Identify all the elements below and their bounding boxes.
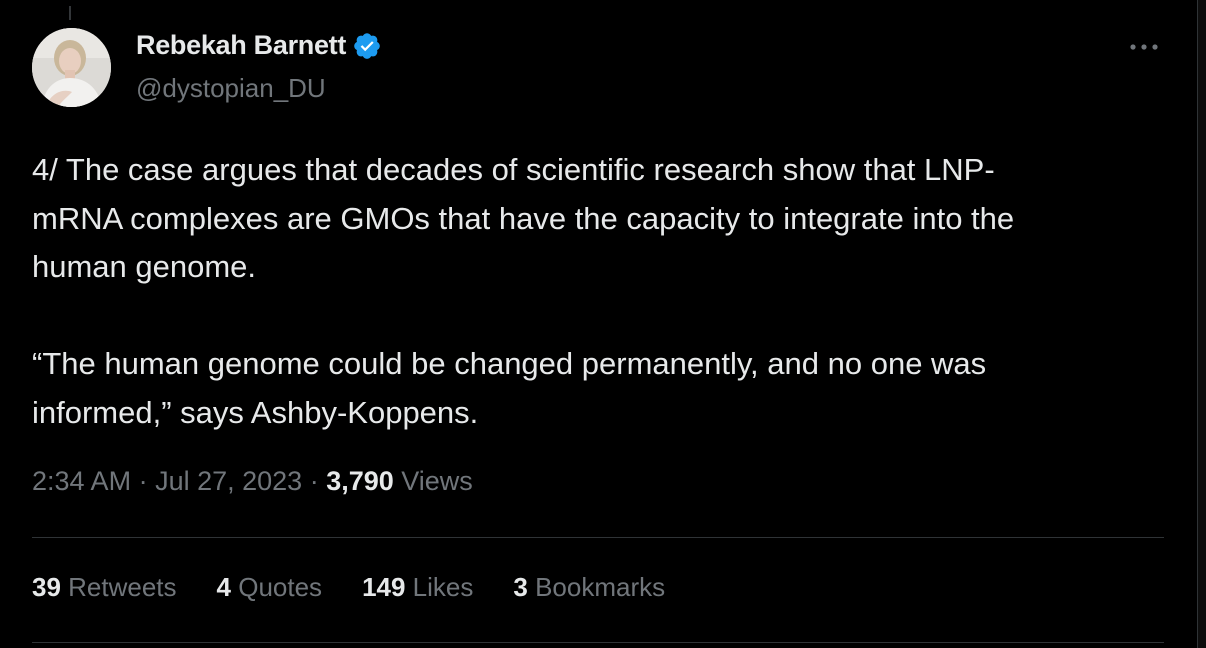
quotes-stat[interactable]: 4 Quotes	[217, 572, 323, 603]
tweet-line: human genome.	[32, 249, 257, 284]
scrollbar[interactable]	[1197, 0, 1206, 648]
bookmarks-stat[interactable]: 3 Bookmarks	[513, 572, 665, 603]
more-horizontal-icon	[1130, 44, 1158, 50]
quotes-label: Quotes	[231, 572, 323, 602]
tweet-text: 4/ The case argues that decades of scien…	[32, 146, 1162, 437]
tweet-line: 4/ The case argues that decades of scien…	[32, 152, 995, 187]
avatar-photo	[32, 28, 111, 107]
tweet-line: “The human genome could be changed perma…	[32, 346, 987, 381]
quotes-count: 4	[216, 572, 231, 602]
verified-badge-icon[interactable]	[352, 31, 382, 61]
tweet-line: mRNA complexes are GMOs that have the ca…	[32, 200, 1015, 236]
divider	[32, 642, 1164, 643]
retweets-stat[interactable]: 39 Retweets	[32, 572, 177, 603]
meta-separator: ·	[131, 466, 156, 496]
likes-label: Likes	[405, 572, 474, 602]
author-name-row[interactable]: Rebekah Barnett	[136, 30, 382, 61]
tweet-meta: 2:34 AM · Jul 27, 2023 · 3,790 Views	[32, 466, 473, 497]
bookmarks-label: Bookmarks	[527, 572, 666, 602]
tweet-line: informed,” says Ashby-Koppens.	[32, 394, 479, 430]
bookmarks-count: 3	[513, 572, 528, 602]
avatar[interactable]	[32, 28, 111, 107]
divider	[32, 537, 1164, 538]
meta-separator: ·	[302, 466, 327, 496]
retweets-label: Retweets	[60, 572, 177, 602]
tweet-date[interactable]: Jul 27, 2023	[155, 466, 302, 496]
views-label[interactable]: Views	[394, 466, 473, 496]
likes-stat[interactable]: 149 Likes	[362, 572, 473, 603]
retweets-count: 39	[32, 572, 61, 602]
views-count[interactable]: 3,790	[326, 466, 394, 496]
likes-count: 149	[362, 572, 406, 602]
tweet-time[interactable]: 2:34 AM	[32, 466, 131, 496]
more-options-button[interactable]	[1124, 32, 1164, 62]
thread-connector-line	[69, 6, 71, 20]
engagement-stats: 39 Retweets 4 Quotes 149 Likes 3 Bookmar…	[32, 572, 665, 603]
author-display-name[interactable]: Rebekah Barnett	[136, 30, 346, 61]
author-handle[interactable]: @dystopian_DU	[136, 73, 326, 104]
